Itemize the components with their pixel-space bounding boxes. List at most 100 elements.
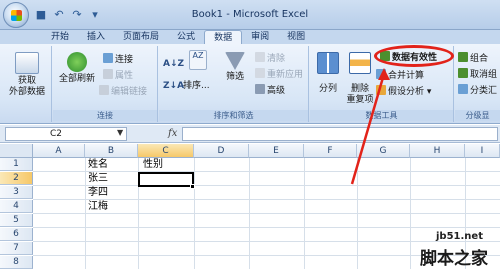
sort-filter-group-label: 排序和筛选 bbox=[159, 110, 308, 121]
tab-home[interactable]: 开始 bbox=[42, 30, 78, 44]
col-header-i[interactable]: I bbox=[465, 144, 500, 158]
connections-button[interactable]: 连接 bbox=[103, 53, 133, 65]
col-header-b[interactable]: B bbox=[85, 144, 138, 158]
cell-c1[interactable]: 性别 bbox=[141, 158, 163, 171]
filter-label: 筛选 bbox=[225, 72, 244, 82]
row-header-6[interactable]: 6 bbox=[0, 228, 33, 241]
clear-icon bbox=[255, 52, 265, 62]
col-header-d[interactable]: D bbox=[194, 144, 249, 158]
remove-duplicates-label-1: 删除 bbox=[350, 84, 369, 94]
text-to-columns-button[interactable]: 分列 bbox=[314, 52, 342, 95]
get-external-label-1: 获取 bbox=[17, 76, 36, 86]
group-button[interactable]: 组合 bbox=[458, 52, 488, 64]
tab-insert[interactable]: 插入 bbox=[78, 30, 114, 44]
col-header-e[interactable]: E bbox=[249, 144, 304, 158]
ungroup-button[interactable]: 取消组 bbox=[458, 68, 497, 80]
refresh-icon bbox=[67, 52, 87, 72]
subtotal-label: 分类汇 bbox=[470, 86, 498, 96]
tab-formulas[interactable]: 公式 bbox=[168, 30, 204, 44]
tab-page-layout[interactable]: 页面布局 bbox=[114, 30, 168, 44]
group-icon bbox=[458, 52, 468, 62]
row-header-5[interactable]: 5 bbox=[0, 214, 33, 227]
fx-icon[interactable]: fx bbox=[168, 128, 177, 139]
select-all-corner[interactable] bbox=[0, 144, 33, 158]
advanced-label: 高级 bbox=[267, 86, 286, 96]
col-header-a[interactable]: A bbox=[33, 144, 85, 158]
consolidate-button[interactable]: 合并计算 bbox=[376, 69, 424, 81]
name-box[interactable]: C2 bbox=[5, 127, 127, 141]
clear-button[interactable]: 清除 bbox=[255, 52, 285, 64]
row-header-1[interactable]: 1 bbox=[0, 158, 33, 171]
name-box-dropdown-icon[interactable]: ▼ bbox=[117, 128, 123, 137]
col-header-g[interactable]: G bbox=[357, 144, 410, 158]
gridline bbox=[33, 227, 500, 228]
clear-label: 清除 bbox=[267, 54, 286, 64]
get-external-data-button[interactable]: 获取 外部数据 bbox=[6, 52, 48, 98]
what-if-icon bbox=[376, 85, 386, 95]
consolidate-icon bbox=[376, 69, 386, 79]
get-external-label-2: 外部数据 bbox=[8, 87, 45, 97]
properties-icon bbox=[103, 69, 113, 79]
tab-data[interactable]: 数据 bbox=[204, 30, 243, 44]
group-label-text: 组合 bbox=[470, 54, 489, 64]
row-header-2[interactable]: 2 bbox=[0, 172, 33, 185]
cell-b4[interactable]: 江梅 bbox=[86, 200, 108, 213]
cell-b2[interactable]: 张三 bbox=[86, 172, 108, 185]
advanced-button[interactable]: 高级 bbox=[255, 84, 285, 96]
sort-az-button[interactable]: A↓Z bbox=[163, 58, 184, 70]
ribbon-tabs: 开始 插入 页面布局 公式 数据 审阅 视图 bbox=[0, 30, 500, 44]
outline-group-label: 分级显 bbox=[455, 110, 500, 121]
watermark-text: 脚本之家 bbox=[420, 249, 488, 269]
formula-input[interactable] bbox=[182, 127, 498, 141]
edit-links-button[interactable]: 编辑链接 bbox=[99, 85, 147, 97]
highlight-ellipse bbox=[374, 45, 454, 67]
ungroup-icon bbox=[458, 68, 468, 78]
row-header-3[interactable]: 3 bbox=[0, 186, 33, 199]
text-to-columns-icon bbox=[317, 52, 339, 74]
col-header-h[interactable]: H bbox=[410, 144, 465, 158]
database-icon bbox=[15, 52, 39, 74]
row-header-8[interactable]: 8 bbox=[0, 256, 33, 269]
tab-review[interactable]: 审阅 bbox=[242, 30, 278, 44]
active-cell-c2[interactable] bbox=[138, 172, 194, 187]
formula-bar: C2 ▼ fx bbox=[0, 125, 500, 143]
ungroup-label: 取消组 bbox=[470, 70, 498, 80]
sort-az-icon-button[interactable]: AZ bbox=[187, 50, 209, 72]
remove-duplicates-button[interactable]: 删除 重复项 bbox=[344, 52, 376, 106]
filter-icon bbox=[225, 52, 245, 70]
reapply-label: 重新应用 bbox=[267, 70, 304, 80]
fill-handle[interactable] bbox=[190, 184, 195, 189]
refresh-all-button[interactable]: 全部刷新 bbox=[57, 52, 97, 85]
what-if-button[interactable]: 假设分析 ▾ bbox=[376, 85, 431, 97]
connections-label: 连接 bbox=[115, 55, 134, 65]
gridline bbox=[33, 213, 500, 214]
gridline bbox=[33, 241, 500, 242]
connection-icon bbox=[103, 53, 113, 63]
window-title: Book1 - Microsoft Excel bbox=[191, 9, 309, 20]
properties-label: 属性 bbox=[115, 71, 134, 81]
group-outline: 组合 取消组 分类汇 分级显 bbox=[455, 46, 500, 122]
row-header-4[interactable]: 4 bbox=[0, 200, 33, 213]
cell-b3[interactable]: 李四 bbox=[86, 186, 108, 199]
reapply-button[interactable]: 重新应用 bbox=[255, 68, 303, 80]
filter-button[interactable]: 筛选 bbox=[221, 52, 249, 83]
connections-group-label: 连接 bbox=[53, 110, 157, 121]
group-connections: 全部刷新 连接 属性 编辑链接 连接 bbox=[53, 46, 158, 122]
text-to-columns-label: 分列 bbox=[318, 84, 337, 94]
properties-button[interactable]: 属性 bbox=[103, 69, 133, 81]
edit-links-label: 编辑链接 bbox=[111, 87, 148, 97]
subtotal-button[interactable]: 分类汇 bbox=[458, 84, 497, 96]
row-header-7[interactable]: 7 bbox=[0, 242, 33, 255]
consolidate-label: 合并计算 bbox=[388, 71, 425, 81]
sort-button[interactable]: 排序... bbox=[183, 80, 210, 92]
tab-view[interactable]: 视图 bbox=[278, 30, 314, 44]
col-header-f[interactable]: F bbox=[304, 144, 357, 158]
cell-b1[interactable]: 姓名 bbox=[86, 158, 108, 171]
advanced-filter-icon bbox=[255, 84, 265, 94]
what-if-label: 假设分析 bbox=[388, 87, 425, 97]
reapply-icon bbox=[255, 68, 265, 78]
sort-za-button[interactable]: Z↓A bbox=[163, 80, 184, 92]
sort-label: 排序... bbox=[183, 81, 210, 91]
col-header-c[interactable]: C bbox=[138, 144, 194, 158]
remove-duplicates-label-2: 重复项 bbox=[346, 95, 374, 105]
